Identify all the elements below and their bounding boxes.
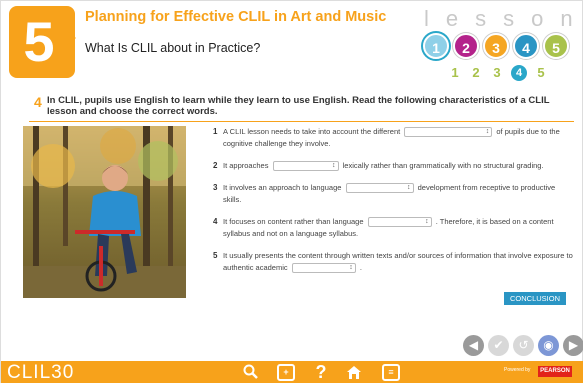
lesson-number-5[interactable]: 5 <box>534 65 548 81</box>
brand-logo: CLIL30 <box>7 362 75 383</box>
question-4: 4 It focuses on content rather than lang… <box>213 216 573 240</box>
question-number: 3 <box>213 183 218 192</box>
lesson-circle-3[interactable]: 3 <box>483 33 509 59</box>
next-arrow-icon: ▶ <box>568 338 579 352</box>
question-number: 1 <box>213 127 218 136</box>
lesson-circle-nav: 1 2 3 4 5 <box>423 33 569 59</box>
home-icon[interactable] <box>345 364 363 381</box>
search-icon[interactable] <box>242 364 260 381</box>
question-text-before: It focuses on content rather than langua… <box>223 217 364 226</box>
back-arrow-icon: ◀ <box>468 338 479 352</box>
lesson-number-3[interactable]: 3 <box>490 65 504 81</box>
publisher-logo: PEARSON <box>538 366 572 377</box>
question-1: 1 A CLIL lesson needs to take into accou… <box>213 126 573 150</box>
lesson-number-1[interactable]: 1 <box>448 65 462 81</box>
check-icon: ✔ <box>493 338 504 352</box>
back-button[interactable]: ◀ <box>463 335 484 356</box>
next-button[interactable]: ▶ <box>563 335 583 356</box>
boy-on-bicycle-photo <box>23 126 186 298</box>
instruction-text: In CLIL, pupils use English to learn whi… <box>47 95 550 117</box>
question-text-before: It approaches <box>223 161 269 170</box>
question-text-before: It involves an approach to language <box>223 183 342 192</box>
conclusion-button[interactable]: CONCLUSION <box>504 292 566 305</box>
answer-select-4[interactable] <box>367 216 432 228</box>
question-2: 2 It approaches lexically rather than gr… <box>213 160 573 172</box>
publisher-label: Powered by <box>504 367 531 373</box>
question-list: 1 A CLIL lesson needs to take into accou… <box>213 126 573 284</box>
question-number: 2 <box>213 161 218 170</box>
app-frame: 5 Planning for Effective CLIL in Art and… <box>0 0 583 383</box>
lesson-circle-4[interactable]: 4 <box>513 33 539 59</box>
tools-icon[interactable]: + <box>277 364 295 381</box>
lesson-word: lesson <box>424 6 583 31</box>
lesson-number-4[interactable]: 4 <box>511 65 527 81</box>
lesson-number-nav: 1 2 3 4 5 <box>448 65 548 81</box>
course-title: Planning for Effective CLIL in Art and M… <box>85 9 387 25</box>
instruction-divider <box>29 121 574 122</box>
question-text-after: lexically rather than grammatically with… <box>342 161 544 170</box>
audio-icon: ◉ <box>543 338 554 352</box>
answer-select-2[interactable] <box>272 160 339 172</box>
answer-select-1[interactable] <box>404 126 493 138</box>
check-button[interactable]: ✔ <box>488 335 509 356</box>
reset-button[interactable]: ↺ <box>513 335 534 356</box>
instruction-number: 4 <box>34 94 42 110</box>
lesson-badge-number: 5 <box>23 10 55 73</box>
lesson-circle-5[interactable]: 5 <box>543 33 569 59</box>
menu-icon[interactable]: ≡ <box>382 364 400 381</box>
lesson-badge: 5 <box>9 6 75 78</box>
question-number: 4 <box>213 217 218 226</box>
activity-nav: ◀ ✔ ↺ ◉ ▶ <box>463 335 583 356</box>
question-text-before: A CLIL lesson needs to take into account… <box>223 127 401 136</box>
footer-bar: CLIL30 + ? ≡ Powered by PEARSON <box>1 361 583 383</box>
help-icon[interactable]: ? <box>312 363 330 381</box>
audio-button[interactable]: ◉ <box>538 335 559 356</box>
question-5: 5 It usually presents the content throug… <box>213 250 573 274</box>
lesson-number-2[interactable]: 2 <box>469 65 483 81</box>
lesson-circle-2[interactable]: 2 <box>453 33 479 59</box>
reset-icon: ↺ <box>518 338 529 352</box>
lesson-circle-1[interactable]: 1 <box>423 33 449 59</box>
question-number: 5 <box>213 251 218 260</box>
badge-pointer <box>67 31 76 45</box>
section-title: What Is CLIL about in Practice? <box>85 41 261 55</box>
answer-select-5[interactable] <box>291 262 356 274</box>
answer-select-3[interactable] <box>345 182 414 194</box>
question-text-before: It usually presents the content through … <box>223 251 573 272</box>
question-text-after: . <box>359 263 362 272</box>
question-3: 3 It involves an approach to language de… <box>213 182 573 206</box>
